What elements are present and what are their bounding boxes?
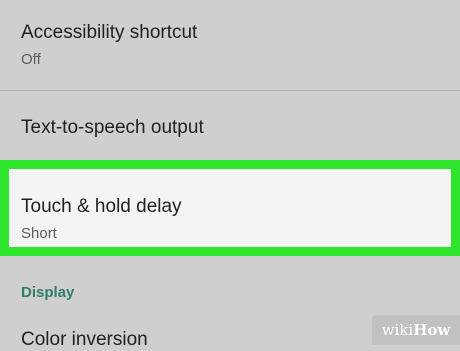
setting-title: Text-to-speech output — [21, 117, 204, 138]
setting-summary: Short — [21, 225, 57, 242]
wikihow-watermark: wiki How — [372, 315, 460, 345]
setting-title: Color inversion — [21, 329, 148, 350]
watermark-prefix: wiki — [381, 321, 414, 339]
setting-summary: Off — [21, 51, 41, 68]
watermark-brand: How — [413, 321, 451, 339]
setting-title: Accessibility shortcut — [21, 22, 198, 43]
setting-title: Touch & hold delay — [21, 196, 182, 217]
section-header-display: Display — [21, 284, 75, 301]
setting-touch-hold-delay[interactable]: Touch & hold delay Short — [0, 160, 460, 256]
list-divider — [0, 90, 460, 91]
